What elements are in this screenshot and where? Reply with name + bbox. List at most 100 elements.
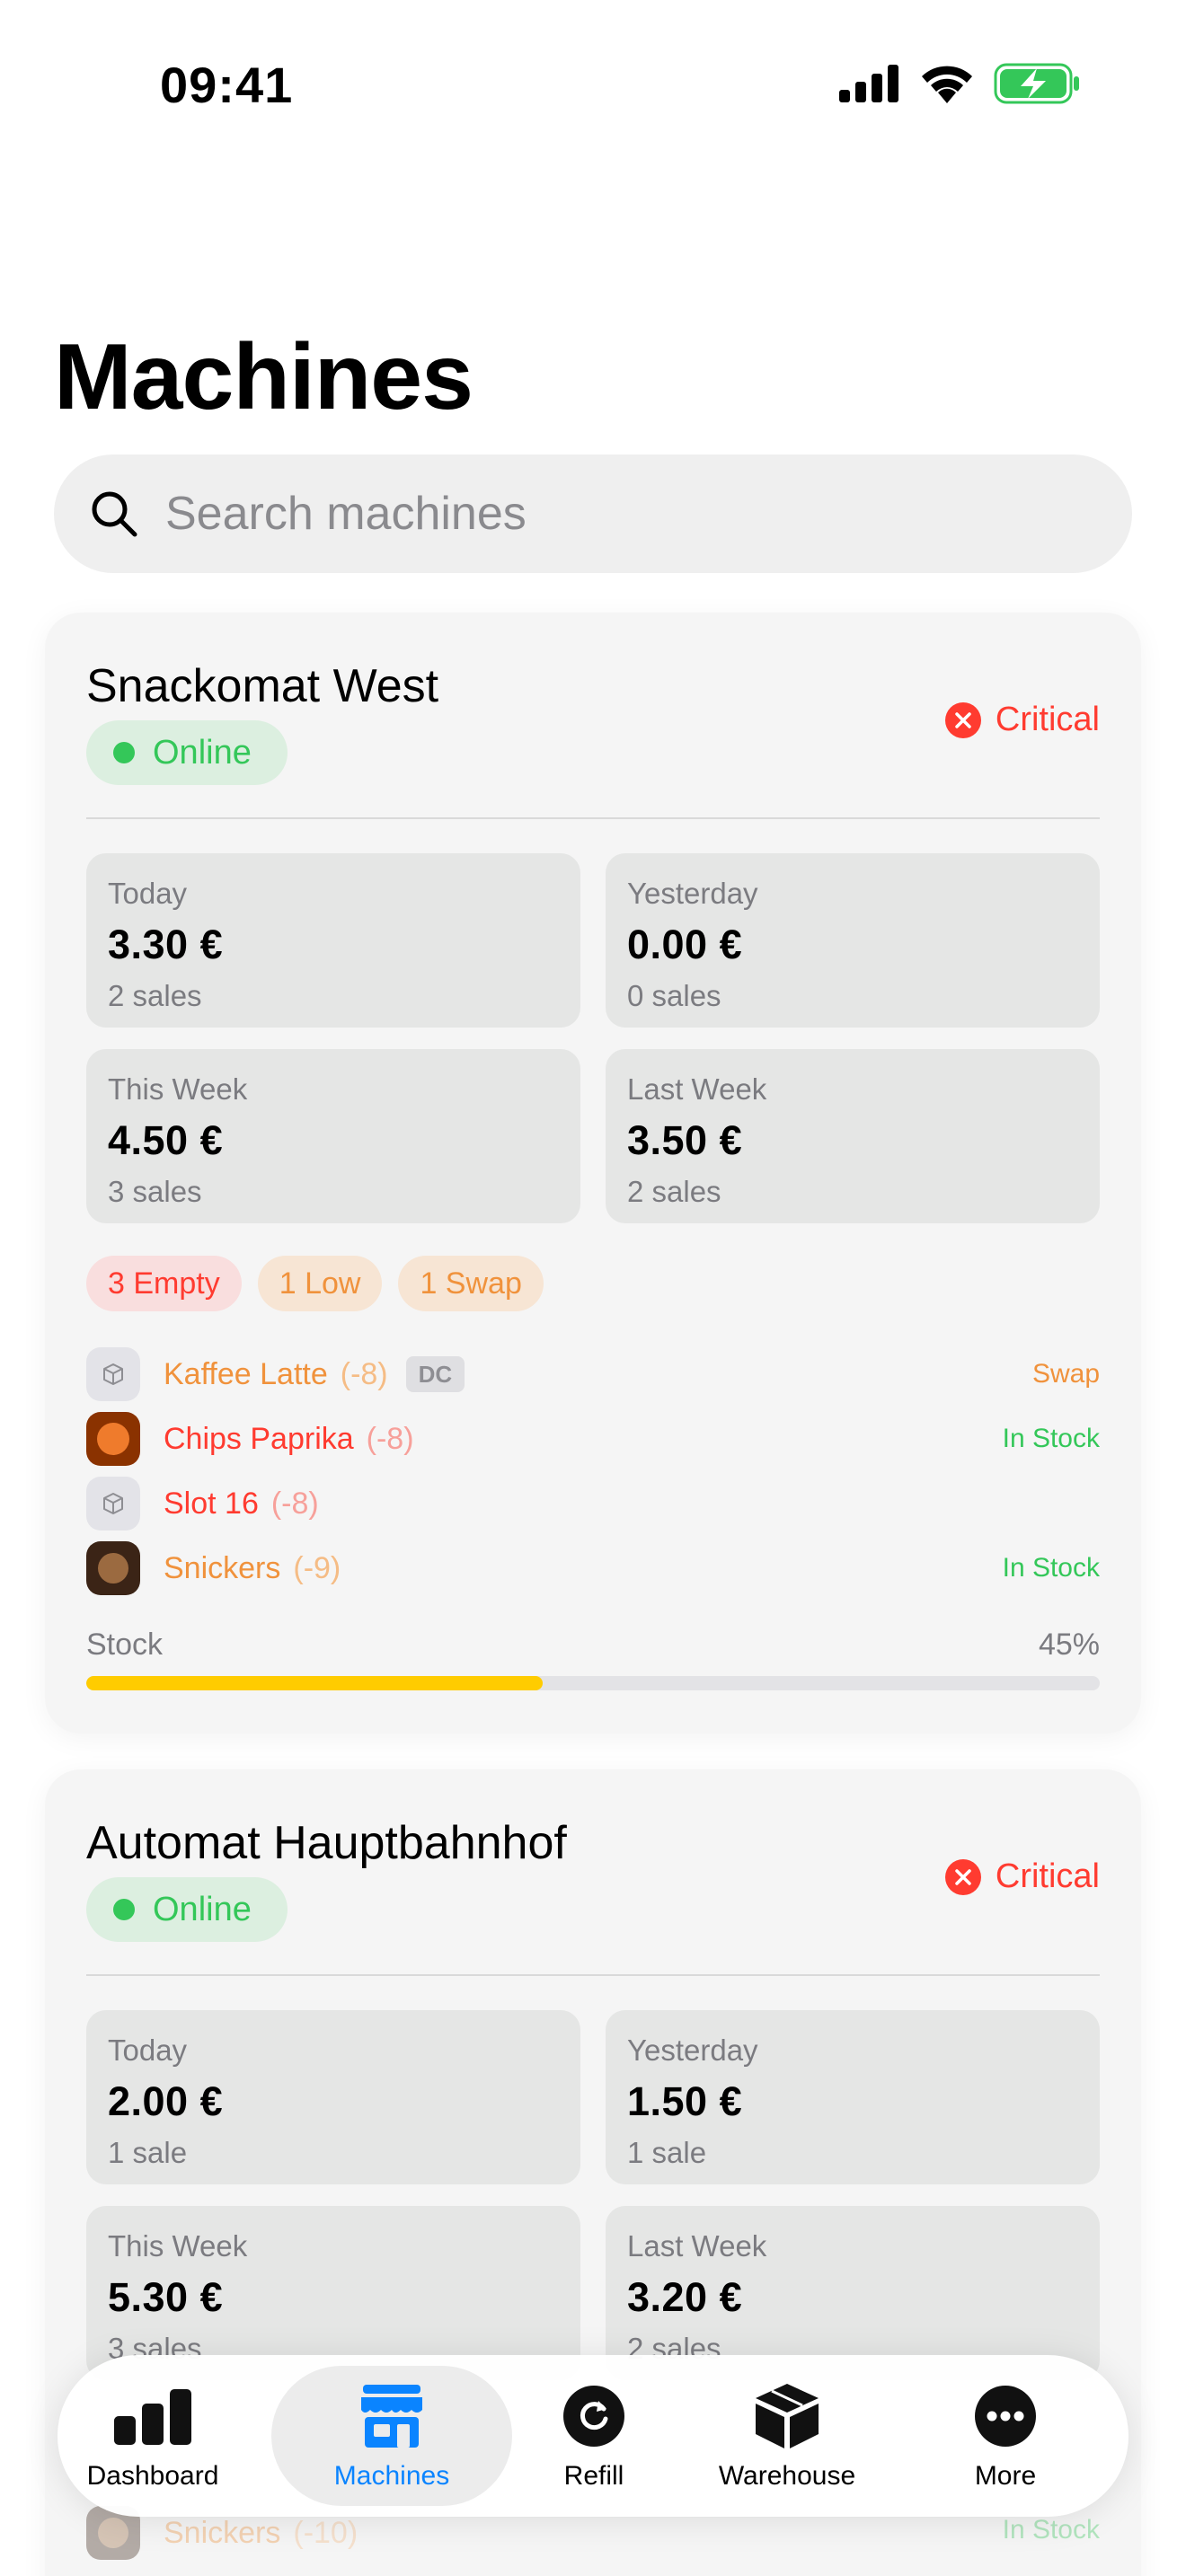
stat-sales: 1 sale xyxy=(108,2136,188,2169)
stat-value: 0.00 € xyxy=(627,922,743,967)
stock-progress-bar xyxy=(86,1676,1100,1690)
stat-this-week: This Week 4.50 € 3 sales xyxy=(86,1049,580,1223)
tab-warehouse[interactable]: Warehouse xyxy=(697,2366,877,2506)
more-icon xyxy=(975,2386,1036,2447)
status-icons xyxy=(839,63,1080,104)
online-status-label: Online xyxy=(153,1890,252,1928)
stat-value: 2.00 € xyxy=(108,2078,224,2124)
wifi-icon xyxy=(922,66,972,103)
list-item: Chips Paprika (-8) In Stock xyxy=(86,1412,1100,1466)
tab-machines[interactable]: Machines xyxy=(271,2366,512,2506)
critical-status: Critical xyxy=(944,1857,1100,1896)
stat-value: 4.50 € xyxy=(108,1117,224,1163)
battery-charging-icon xyxy=(994,63,1079,104)
slot-badges: 3 Empty 1 Low 1 Swap xyxy=(86,1256,544,1311)
stat-value: 3.20 € xyxy=(627,2274,743,2320)
stat-sales: 0 sales xyxy=(627,979,721,1012)
stat-today: Today 2.00 € 1 sale xyxy=(86,2010,580,2184)
tab-label: Dashboard xyxy=(86,2461,219,2491)
divider xyxy=(86,1974,1100,1976)
tab-more[interactable]: More xyxy=(947,2366,1064,2506)
cellular-signal-icon xyxy=(839,65,898,102)
stat-value: 1.50 € xyxy=(627,2078,743,2124)
slot-name: Slot 16 xyxy=(164,1486,259,1521)
slot-state: In Stock xyxy=(1002,1424,1100,1453)
package-icon xyxy=(86,1477,140,1531)
critical-status: Critical xyxy=(944,701,1100,739)
slot-delta: (-10) xyxy=(293,2515,358,2550)
status-time: 09:41 xyxy=(160,57,294,113)
stat-value: 5.30 € xyxy=(108,2274,224,2320)
bar-chart-icon xyxy=(114,2389,191,2445)
stat-label: Yesterday xyxy=(627,2033,758,2067)
stat-sales: 2 sales xyxy=(627,1175,721,1208)
status-bar: 09:41 xyxy=(0,0,1186,171)
stat-label: This Week xyxy=(108,2229,248,2263)
tab-label: Machines xyxy=(333,2461,450,2491)
slot-delta: (-8) xyxy=(270,1486,319,1521)
stat-yesterday: Yesterday 1.50 € 1 sale xyxy=(606,2010,1100,2184)
chips-product-image xyxy=(86,1412,140,1466)
stat-sales: 3 sales xyxy=(108,1175,202,1208)
slot-name: Kaffee Latte xyxy=(164,1356,328,1391)
online-dot-icon xyxy=(113,1899,135,1920)
box-icon xyxy=(756,2384,819,2448)
slot-delta: (-8) xyxy=(340,1356,388,1391)
stat-label: Today xyxy=(108,2033,188,2067)
stat-this-week: This Week 5.30 € 3 sales xyxy=(86,2206,580,2380)
page-title: Machines xyxy=(54,325,474,429)
stat-label: Last Week xyxy=(627,1072,767,1106)
stat-today: Today 3.30 € 2 sales xyxy=(86,853,580,1028)
slot-name: Chips Paprika xyxy=(164,1421,354,1456)
online-dot-icon xyxy=(113,742,135,763)
search-icon xyxy=(92,491,137,537)
stat-last-week: Last Week 3.20 € 2 sales xyxy=(606,2206,1100,2380)
stock-progress-fill xyxy=(86,1676,543,1690)
slot-tag: DC xyxy=(405,1356,465,1392)
empty-badge: 3 Empty xyxy=(86,1256,242,1311)
online-status-label: Online xyxy=(153,733,252,772)
slot-state: In Stock xyxy=(1002,1553,1100,1583)
stock-percent: 45% xyxy=(1038,1628,1100,1662)
list-item: Slot 16 (-8) xyxy=(86,1477,1100,1531)
online-status-badge: Online xyxy=(86,720,288,785)
slot-name: Snickers xyxy=(164,1550,281,1585)
machine-card[interactable]: Snackomat West Online Critical Today 3.3… xyxy=(45,613,1141,1734)
stat-label: Last Week xyxy=(627,2229,767,2263)
stat-sales: 1 sale xyxy=(627,2136,707,2169)
search-input[interactable] xyxy=(165,487,1064,541)
stock-row: Stock 45% xyxy=(86,1628,1100,1663)
machine-name: Snackomat West xyxy=(86,660,439,712)
critical-x-icon xyxy=(944,701,981,738)
package-icon xyxy=(86,1347,140,1401)
stat-sales: 2 sales xyxy=(108,979,202,1012)
stat-yesterday: Yesterday 0.00 € 0 sales xyxy=(606,853,1100,1028)
stat-last-week: Last Week 3.50 € 2 sales xyxy=(606,1049,1100,1223)
online-status-badge: Online xyxy=(86,1877,288,1942)
slot-state: In Stock xyxy=(1002,2515,1100,2545)
search-bar[interactable] xyxy=(54,454,1132,573)
stat-label: Yesterday xyxy=(627,877,758,910)
list-item: Snickers (-9) In Stock xyxy=(86,1541,1100,1595)
swap-badge: 1 Swap xyxy=(398,1256,544,1311)
snickers-product-image xyxy=(86,1541,140,1595)
slot-delta: (-8) xyxy=(366,1421,414,1456)
list-item: Kaffee Latte (-8) DC Swap xyxy=(86,1347,1100,1401)
slot-state: Swap xyxy=(1031,1359,1100,1389)
tab-bar: Dashboard Machines Refill Warehouse More xyxy=(58,2355,1128,2517)
tab-label: More xyxy=(974,2461,1037,2491)
stat-label: This Week xyxy=(108,1072,248,1106)
storefront-icon xyxy=(361,2385,422,2448)
machines-screen: 09:41 Machines Search machines Snackomat… xyxy=(0,0,1186,2576)
critical-label: Critical xyxy=(995,701,1100,738)
machine-name: Automat Hauptbahnhof xyxy=(86,1817,567,1869)
stat-value: 3.50 € xyxy=(627,1117,743,1163)
tab-label: Refill xyxy=(563,2461,624,2491)
stat-value: 3.30 € xyxy=(108,922,224,967)
tab-refill[interactable]: Refill xyxy=(535,2366,652,2506)
slot-name: Snickers xyxy=(164,2515,281,2550)
low-badge: 1 Low xyxy=(257,1256,383,1311)
tab-dashboard[interactable]: Dashboard xyxy=(81,2366,225,2506)
critical-x-icon xyxy=(944,1858,981,1895)
critical-label: Critical xyxy=(995,1857,1100,1895)
